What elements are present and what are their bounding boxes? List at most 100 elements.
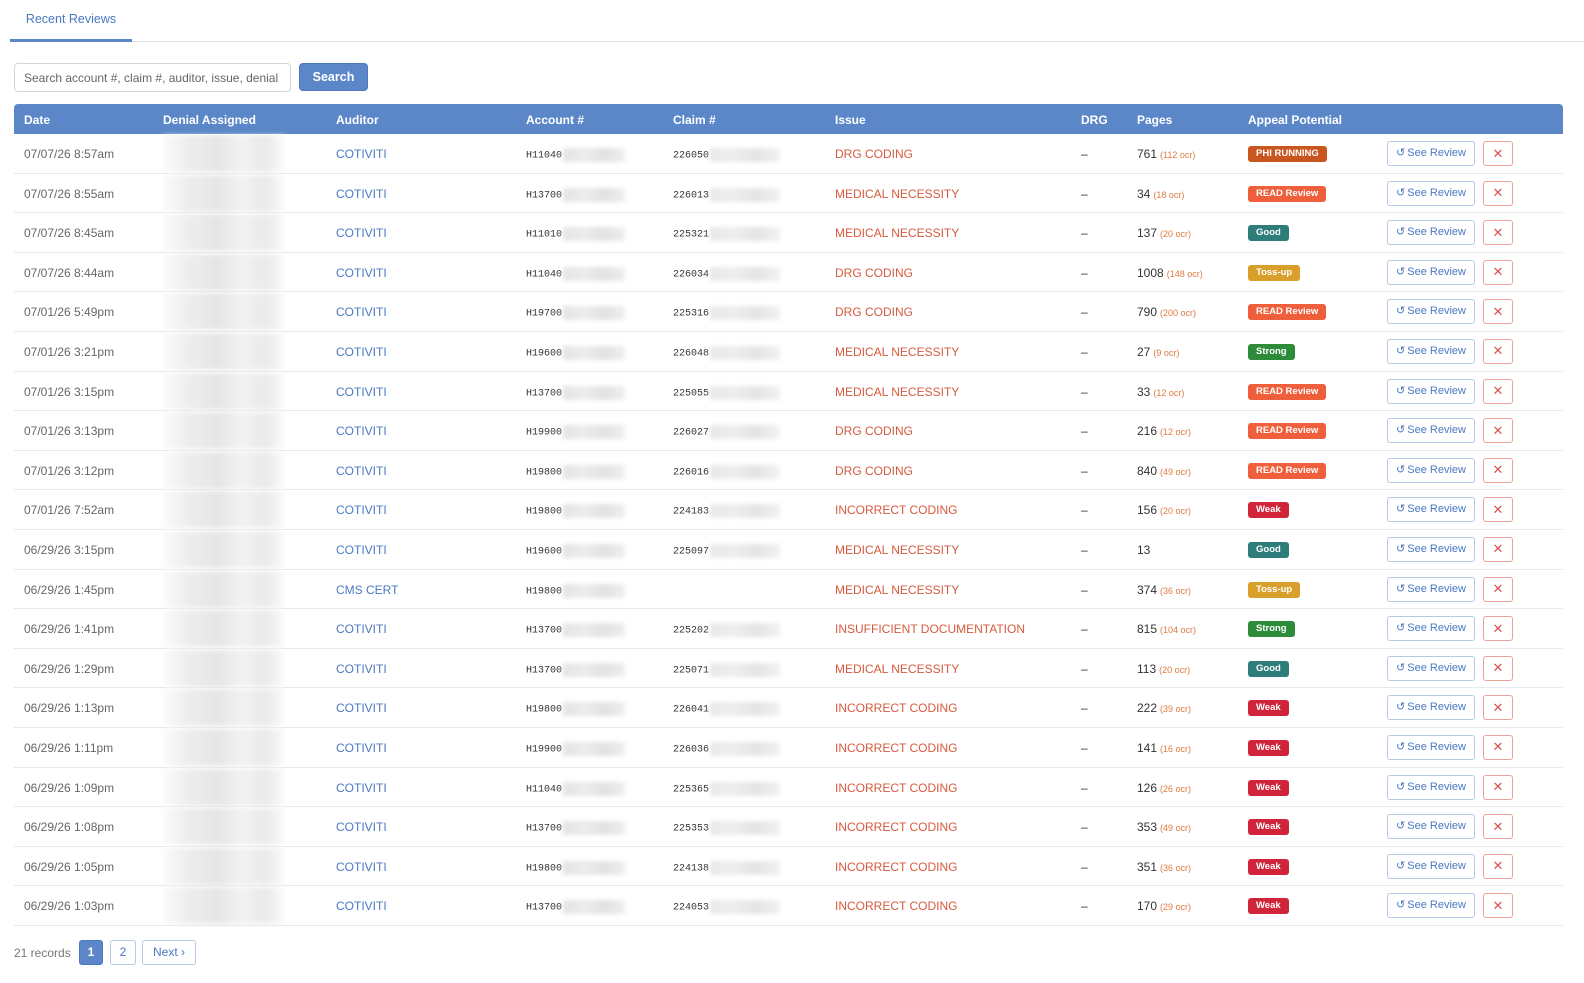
see-review-button[interactable]: ↺ See Review (1387, 378, 1475, 404)
remove-review-button[interactable]: ✕ (1483, 734, 1513, 760)
account-number: H19700 (526, 309, 563, 321)
header-denial-assigned[interactable]: Denial Assigned (163, 113, 256, 127)
auditor-link[interactable]: COTIVITI (336, 781, 387, 795)
appeal-potential-badge: Weak (1248, 819, 1289, 836)
see-review-button[interactable]: ↺ See Review (1387, 180, 1475, 206)
auditor-link[interactable]: COTIVITI (336, 345, 387, 359)
auditor-link[interactable]: COTIVITI (336, 543, 387, 557)
header-drg[interactable]: DRG (1081, 113, 1108, 127)
see-review-button[interactable]: ↺ See Review (1387, 418, 1475, 444)
table-row: 06/29/26 1:05pm COTIVITI H19800 224138 INCOR… (14, 847, 1563, 887)
remove-review-button[interactable]: ✕ (1483, 576, 1513, 602)
auditor-link[interactable]: COTIVITI (336, 503, 387, 517)
page-count: 374 (1137, 582, 1158, 597)
header-account[interactable]: Account # (526, 113, 584, 127)
account-cell: H19700 (526, 306, 626, 321)
ocr-count: (18 ocr) (1153, 189, 1185, 200)
remove-review-button[interactable]: ✕ (1483, 497, 1513, 523)
account-cell: H13700 (526, 821, 626, 836)
table-row: 06/29/26 1:08pm COTIVITI H13700 225353 INCOR… (14, 807, 1563, 847)
see-review-button[interactable]: ↺ See Review (1387, 299, 1475, 325)
see-review-button[interactable]: ↺ See Review (1387, 259, 1475, 285)
auditor-link[interactable]: COTIVITI (336, 385, 387, 399)
ocr-count: (36 ocr) (1160, 862, 1192, 873)
date-cell: 07/01/26 3:21pm (24, 344, 115, 359)
remove-review-button[interactable]: ✕ (1483, 853, 1513, 879)
remove-review-button[interactable]: ✕ (1483, 655, 1513, 681)
claim-number: 225321 (673, 229, 710, 241)
see-review-button[interactable]: ↺ See Review (1387, 616, 1475, 642)
header-issue[interactable]: Issue (835, 113, 866, 127)
auditor-link[interactable]: COTIVITI (336, 226, 387, 240)
header-appeal-potential[interactable]: Appeal Potential (1248, 113, 1342, 127)
remove-review-button[interactable]: ✕ (1483, 338, 1513, 364)
auditor-link[interactable]: COTIVITI (336, 622, 387, 636)
next-page-button[interactable]: Next › (142, 940, 196, 965)
remove-review-button[interactable]: ✕ (1483, 259, 1513, 285)
ocr-count: (49 ocr) (1160, 823, 1192, 834)
auditor-link[interactable]: COTIVITI (336, 741, 387, 755)
see-review-button[interactable]: ↺ See Review (1387, 695, 1475, 721)
remove-review-button[interactable]: ✕ (1483, 814, 1513, 840)
denial-assigned-cell (164, 887, 284, 925)
search-input[interactable] (14, 63, 291, 92)
remove-review-button[interactable]: ✕ (1483, 616, 1513, 642)
auditor-link[interactable]: COTIVITI (336, 662, 387, 676)
page-2-button[interactable]: 2 (110, 940, 136, 965)
header-claim[interactable]: Claim # (673, 113, 716, 127)
auditor-link[interactable]: COTIVITI (336, 305, 387, 319)
account-number: H19800 (526, 506, 563, 518)
see-review-button[interactable]: ↺ See Review (1387, 536, 1475, 562)
remove-review-button[interactable]: ✕ (1483, 893, 1513, 919)
remove-review-button[interactable]: ✕ (1483, 299, 1513, 325)
remove-review-button[interactable]: ✕ (1483, 220, 1513, 246)
see-review-button[interactable]: ↺ See Review (1387, 338, 1475, 364)
remove-review-button[interactable]: ✕ (1483, 180, 1513, 206)
auditor-link[interactable]: COTIVITI (336, 147, 387, 161)
issue-cell: DRG CODING (835, 463, 913, 478)
auditor-link[interactable]: COTIVITI (336, 464, 387, 478)
page-count: 840 (1137, 463, 1158, 478)
see-review-button[interactable]: ↺ See Review (1387, 576, 1475, 602)
remove-review-button[interactable]: ✕ (1483, 774, 1513, 800)
issue-cell: DRG CODING (835, 305, 913, 320)
remove-review-button[interactable]: ✕ (1483, 418, 1513, 444)
header-pages[interactable]: Pages (1137, 113, 1172, 127)
tab-recent-reviews[interactable]: Recent Reviews (10, 0, 132, 42)
table-row: 06/29/26 1:45pm CMS CERT H19800 MEDICAL NEC… (14, 570, 1563, 610)
see-review-button[interactable]: ↺ See Review (1387, 853, 1475, 879)
auditor-link[interactable]: COTIVITI (336, 424, 387, 438)
page-count: 156 (1137, 503, 1158, 518)
see-review-button[interactable]: ↺ See Review (1387, 734, 1475, 760)
see-review-button[interactable]: ↺ See Review (1387, 457, 1475, 483)
claim-cell: 225055 (673, 385, 781, 400)
remove-review-button[interactable]: ✕ (1483, 378, 1513, 404)
refresh-icon: ↺ (1396, 701, 1406, 714)
auditor-link[interactable]: COTIVITI (336, 266, 387, 280)
remove-review-button[interactable]: ✕ (1483, 695, 1513, 721)
remove-review-button[interactable]: ✕ (1483, 141, 1513, 166)
auditor-link[interactable]: COTIVITI (336, 701, 387, 715)
auditor-link[interactable]: COTIVITI (336, 820, 387, 834)
header-auditor[interactable]: Auditor (336, 113, 379, 127)
table-row: 06/29/26 1:03pm COTIVITI H13700 224053 INCOR… (14, 886, 1563, 926)
remove-review-button[interactable]: ✕ (1483, 536, 1513, 562)
page-1-button[interactable]: 1 (79, 940, 103, 965)
header-date[interactable]: Date (24, 113, 50, 127)
see-review-button[interactable]: ↺ See Review (1387, 141, 1475, 166)
auditor-link[interactable]: CMS CERT (336, 583, 398, 597)
ocr-count: (39 ocr) (1160, 704, 1192, 715)
auditor-link[interactable]: COTIVITI (336, 860, 387, 874)
see-review-button[interactable]: ↺ See Review (1387, 774, 1475, 800)
see-review-button[interactable]: ↺ See Review (1387, 220, 1475, 246)
auditor-link[interactable]: COTIVITI (336, 899, 387, 913)
see-review-button[interactable]: ↺ See Review (1387, 893, 1475, 919)
see-review-button[interactable]: ↺ See Review (1387, 655, 1475, 681)
search-button[interactable]: Search (299, 63, 368, 91)
auditor-link[interactable]: COTIVITI (336, 187, 387, 201)
claim-redacted (710, 662, 781, 677)
remove-review-button[interactable]: ✕ (1483, 457, 1513, 483)
see-review-button[interactable]: ↺ See Review (1387, 814, 1475, 840)
issue-cell: INCORRECT CODING (835, 820, 958, 835)
see-review-button[interactable]: ↺ See Review (1387, 497, 1475, 523)
